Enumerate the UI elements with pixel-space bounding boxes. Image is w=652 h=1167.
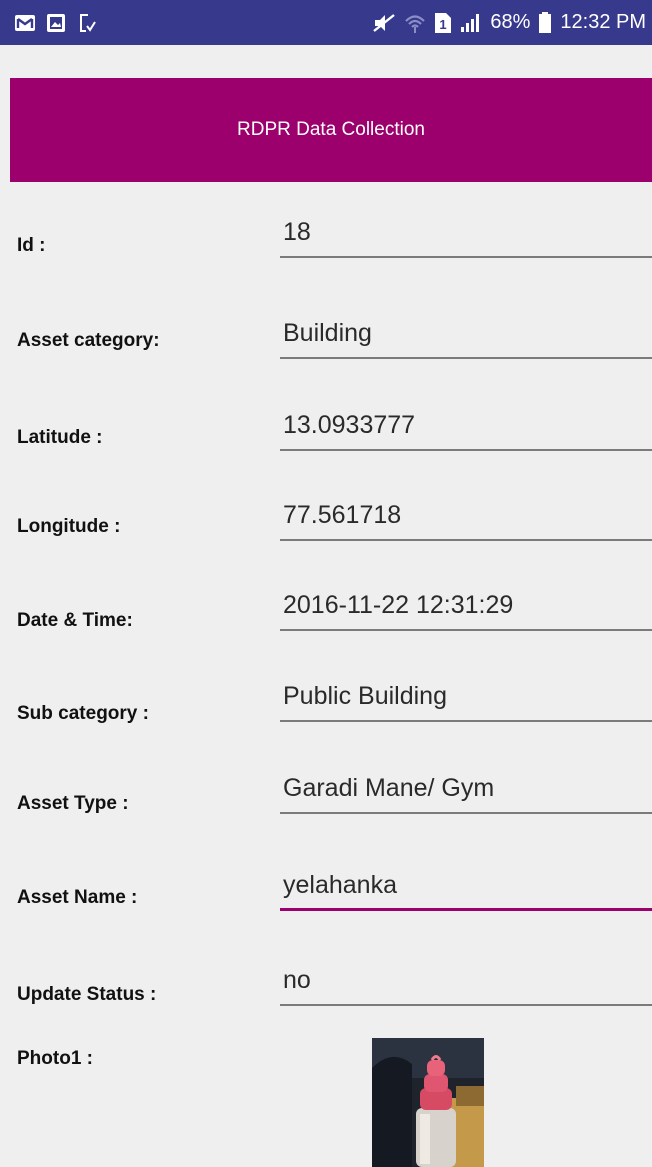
- latitude-field[interactable]: 13.0933777: [280, 407, 652, 451]
- asset-type-field[interactable]: Garadi Mane/ Gym: [280, 770, 652, 814]
- battery-percent: 68%: [490, 11, 531, 33]
- sub-category-field[interactable]: Public Building: [280, 678, 652, 722]
- date-time-label: Date & Time:: [17, 610, 133, 631]
- sim-slot-label: 1: [440, 17, 447, 32]
- asset-category-field[interactable]: Building: [280, 315, 652, 359]
- status-right-icons: 1 68% 12:32 PM: [372, 11, 646, 34]
- screenshot-icon: [76, 12, 96, 34]
- photo1-image: [372, 1038, 484, 1167]
- longitude-field[interactable]: 77.561718: [280, 497, 652, 541]
- photo1-thumbnail[interactable]: [372, 1038, 484, 1167]
- mute-icon: [372, 13, 396, 33]
- status-bar: 1 68% 12:32 PM: [0, 0, 652, 45]
- longitude-label: Longitude :: [17, 516, 121, 537]
- asset-name-label: Asset Name :: [17, 887, 138, 908]
- id-field[interactable]: 18: [280, 214, 652, 258]
- asset-name-field[interactable]: yelahanka: [280, 867, 652, 911]
- update-status-label: Update Status :: [17, 984, 157, 1005]
- battery-icon: [538, 11, 552, 34]
- status-left-icons: [14, 12, 96, 34]
- clock: 12:32 PM: [560, 11, 646, 33]
- asset-type-label: Asset Type :: [17, 793, 129, 814]
- gmail-icon: [14, 14, 36, 32]
- wifi-icon: [404, 12, 426, 34]
- id-label: Id :: [17, 235, 46, 256]
- asset-category-label: Asset category:: [17, 330, 160, 351]
- photo1-label: Photo1 :: [17, 1048, 93, 1069]
- app-title: RDPR Data Collection: [237, 119, 425, 140]
- update-status-field[interactable]: no: [280, 962, 652, 1006]
- latitude-label: Latitude :: [17, 427, 103, 448]
- gallery-icon: [46, 13, 66, 33]
- app-bar: RDPR Data Collection: [10, 78, 652, 182]
- signal-icon: [460, 13, 482, 33]
- date-time-field[interactable]: 2016-11-22 12:31:29: [280, 587, 652, 631]
- sim-icon: 1: [434, 12, 452, 34]
- sub-category-label: Sub category :: [17, 703, 149, 724]
